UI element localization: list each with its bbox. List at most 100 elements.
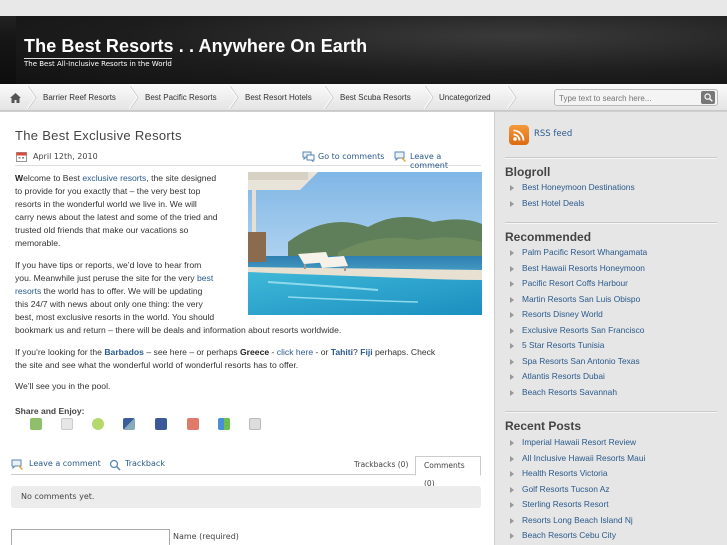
recent-post-link[interactable]: Beach Resorts Cebu City (522, 530, 616, 540)
list-item[interactable]: Beach Resorts Cebu City (510, 530, 645, 545)
sidebar-divider (505, 157, 717, 159)
leave-comment-bottom-link[interactable]: Leave a comment (29, 459, 101, 468)
nav-item-best-resort-hotels[interactable]: Best Resort Hotels (245, 84, 312, 111)
digg-icon[interactable] (61, 418, 73, 430)
text-line: bookmark us and return – there will be d… (15, 325, 342, 335)
name-label: Name (required) (173, 532, 239, 541)
list-item[interactable]: Best Hawaii Resorts Honeymoon (510, 263, 647, 279)
tab-trackbacks[interactable]: Trackbacks (0) (346, 456, 416, 476)
dropcap-letter: W (15, 173, 24, 183)
recommended-list: Palm Pacific Resort Whangamata Best Hawa… (510, 247, 647, 402)
recommended-link[interactable]: Beach Resorts Savannah (522, 387, 617, 397)
site-title[interactable]: The Best Resorts . . Anywhere On Earth (24, 36, 367, 57)
recommended-link[interactable]: Exclusive Resorts San Francisco (522, 325, 644, 335)
rss-icon[interactable] (509, 125, 529, 145)
name-field[interactable] (11, 529, 170, 545)
barbados-link[interactable]: Barbados (104, 347, 144, 357)
recent-post-link[interactable]: Health Resorts Victoria (522, 468, 608, 478)
blogroll-link[interactable]: Best Hotel Deals (522, 198, 584, 208)
list-item[interactable]: Palm Pacific Resort Whangamata (510, 247, 647, 263)
recent-post-link[interactable]: Resorts Long Beach Island Nj (522, 515, 633, 525)
text-span: - or (313, 347, 331, 357)
greece-text: Greece (240, 347, 270, 357)
text-span: elcome to Best (23, 173, 83, 183)
list-item[interactable]: Spa Resorts San Antonio Texas (510, 356, 647, 372)
recent-posts-list: Imperial Hawaii Resort Review All Inclus… (510, 437, 645, 545)
nav-separator (424, 86, 434, 109)
go-to-comments-link[interactable]: Go to comments (318, 152, 384, 161)
list-item[interactable]: Health Resorts Victoria (510, 468, 645, 484)
post-date: April 12th, 2010 (33, 152, 98, 161)
list-item[interactable]: Atlantis Resorts Dubai (510, 371, 647, 387)
blogroll-heading: Blogroll (505, 165, 551, 179)
list-item[interactable]: Beach Resorts Savannah (510, 387, 647, 403)
list-item[interactable]: Golf Resorts Tucson Az (510, 484, 645, 500)
calendar-icon (16, 152, 27, 162)
trackback-icon (109, 459, 121, 471)
fiji-link[interactable]: Fiji (360, 347, 372, 357)
exclusive-resorts-link[interactable]: exclusive resorts (82, 173, 146, 183)
list-item[interactable]: Exclusive Resorts San Francisco (510, 325, 647, 341)
facebook-icon[interactable] (155, 418, 167, 430)
recommended-link[interactable]: Palm Pacific Resort Whangamata (522, 247, 647, 257)
nav-item-best-scuba-resorts[interactable]: Best Scuba Resorts (340, 84, 411, 111)
blogroll-list: Best Honeymoon Destinations Best Hotel D… (510, 182, 635, 213)
delicious-icon[interactable] (123, 418, 135, 430)
leave-comment-link[interactable]: Leave a comment (410, 152, 481, 170)
recent-posts-heading: Recent Posts (505, 419, 582, 433)
info-icon[interactable] (249, 418, 261, 430)
trackback-link[interactable]: Trackback (125, 459, 165, 468)
leave-comment-icon (11, 459, 23, 470)
post-paragraph-3: If you’re looking for the Barbados – see… (15, 346, 435, 372)
recommended-link[interactable]: Martin Resorts San Luis Obispo (522, 294, 640, 304)
list-item[interactable]: All Inclusive Hawaii Resorts Maui (510, 453, 645, 469)
post-title[interactable]: The Best Exclusive Resorts (15, 128, 182, 143)
click-here-link[interactable]: click here (277, 347, 313, 357)
text-line: this 24/7 with news about only one thing… (15, 299, 203, 309)
print-icon[interactable] (30, 418, 42, 430)
list-item[interactable]: Best Hotel Deals (510, 198, 635, 214)
recommended-heading: Recommended (505, 230, 592, 244)
recent-post-link[interactable]: All Inclusive Hawaii Resorts Maui (522, 453, 645, 463)
rss-feed-link[interactable]: RSS feed (534, 129, 572, 139)
list-item[interactable]: Resorts Disney World (510, 309, 647, 325)
recommended-link[interactable]: Spa Resorts San Antonio Texas (522, 356, 640, 366)
search-button[interactable] (701, 91, 715, 104)
recommended-link[interactable]: 5 Star Resorts Tunisia (522, 340, 604, 350)
list-item[interactable]: Martin Resorts San Luis Obispo (510, 294, 647, 310)
recommended-link[interactable]: Resorts Disney World (522, 309, 603, 319)
recent-post-link[interactable]: Sterling Resorts Resort (522, 499, 609, 509)
post-paragraph-4: We’ll see you in the pool. (15, 381, 111, 391)
stumbleupon-icon[interactable] (92, 418, 104, 430)
email-icon[interactable] (187, 418, 199, 430)
best-resorts-link[interactable]: best (197, 273, 213, 283)
nav-item-barrier-reef-resorts[interactable]: Barrier Reef Resorts (43, 84, 116, 111)
list-item[interactable]: Resorts Long Beach Island Nj (510, 515, 645, 531)
no-comments-message: No comments yet. (11, 486, 481, 508)
blogroll-link[interactable]: Best Honeymoon Destinations (522, 182, 635, 192)
recommended-link[interactable]: Atlantis Resorts Dubai (522, 371, 605, 381)
recent-post-link[interactable]: Imperial Hawaii Resort Review (522, 437, 636, 447)
nav-separator (129, 86, 139, 109)
text-line: the site and see what the wonderful worl… (15, 360, 299, 370)
google-icon[interactable] (218, 418, 230, 430)
list-item[interactable]: Imperial Hawaii Resort Review (510, 437, 645, 453)
best-resorts-link-cont[interactable]: resorts (15, 286, 41, 296)
list-item[interactable]: Best Honeymoon Destinations (510, 182, 635, 198)
leave-comment-icon (394, 151, 406, 162)
home-button[interactable] (0, 84, 30, 111)
nav-separator (229, 86, 239, 109)
list-item[interactable]: Pacific Resort Coffs Harbour (510, 278, 647, 294)
recommended-link[interactable]: Best Hawaii Resorts Honeymoon (522, 263, 645, 273)
list-item[interactable]: Sterling Resorts Resort (510, 499, 645, 515)
search-input[interactable] (559, 92, 699, 104)
recent-post-link[interactable]: Golf Resorts Tucson Az (522, 484, 610, 494)
comments-tabs: Leave a comment Trackback Trackbacks (0)… (11, 455, 481, 488)
list-item[interactable]: 5 Star Resorts Tunisia (510, 340, 647, 356)
tahiti-link[interactable]: Tahiti (331, 347, 353, 357)
nav-item-uncategorized[interactable]: Uncategorized (439, 84, 491, 111)
sidebar-divider (505, 222, 717, 224)
nav-item-best-pacific-resorts[interactable]: Best Pacific Resorts (145, 84, 217, 111)
tab-comments[interactable]: Comments (0) (415, 456, 481, 488)
recommended-link[interactable]: Pacific Resort Coffs Harbour (522, 278, 628, 288)
